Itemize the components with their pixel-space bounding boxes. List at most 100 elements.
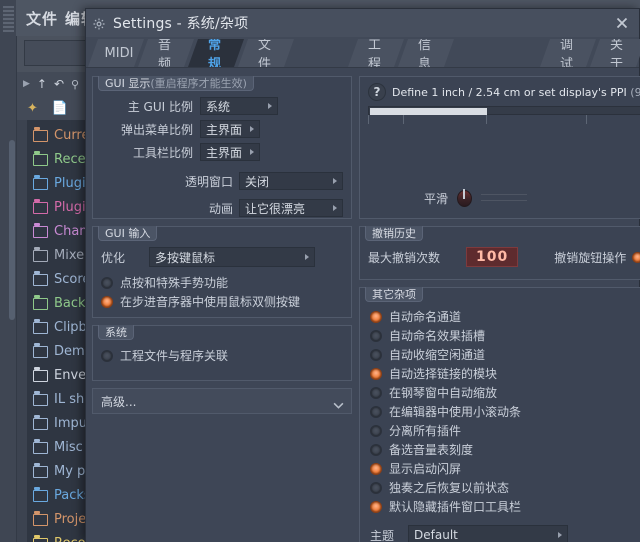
misc-check-4[interactable]: 在钢琴窗中自动缩放 (370, 383, 640, 402)
checkbox-led[interactable] (370, 348, 382, 361)
checkbox-led[interactable] (101, 349, 113, 362)
smooth-knob[interactable] (456, 188, 473, 208)
tab-常规[interactable]: 常规 (188, 39, 244, 67)
gui-input-check-1[interactable]: 在步进音序器中使用鼠标双侧按键 (101, 292, 343, 311)
tab-调试[interactable]: 调试 (540, 39, 596, 67)
tab-MIDI[interactable]: MIDI (88, 39, 144, 67)
close-icon[interactable] (613, 14, 631, 32)
misc-check-8[interactable]: 显示启动闪屏 (370, 459, 640, 478)
ppi-description: Define 1 inch / 2.54 cm or set display's… (392, 86, 640, 99)
left-column: GUI 显示 (重启程序才能生效) 主 GUI 比例 系统 弹出菜单比例 主界面 … (92, 76, 352, 542)
tab-label: 音频 (158, 38, 172, 72)
tab-label: 文件 (258, 38, 272, 72)
undo-history-group: 撤销历史 最大撤销次数 100 撤销旋钮操作 (359, 226, 640, 280)
tab-label: 信息 (418, 38, 432, 72)
checkbox-led[interactable] (370, 424, 382, 437)
checkbox-led[interactable] (370, 405, 382, 418)
gear-icon (92, 16, 106, 30)
system-check-0[interactable]: 工程文件与程序关联 (101, 346, 343, 365)
misc-check-10[interactable]: 默认隐藏插件窗口工具栏 (370, 497, 640, 516)
tab-音频[interactable]: 音频 (138, 39, 194, 67)
ppi-ruler-track[interactable] (368, 106, 640, 115)
dialog-titlebar[interactable]: Settings - 系统/杂项 (86, 9, 639, 37)
help-button[interactable]: ? (368, 83, 386, 101)
max-undo-value[interactable]: 100 (466, 247, 519, 267)
tab-label: 常规 (208, 38, 222, 72)
animation-combo[interactable]: 让它很漂亮 (239, 199, 343, 217)
browser-scrollbar[interactable] (9, 120, 27, 542)
dialog-title: Settings - 系统/杂项 (113, 16, 249, 32)
checkbox-led[interactable] (370, 481, 382, 494)
settings-tabs[interactable]: MIDI 音频 常规 文件 工程 信息 调试 关于 (86, 37, 639, 67)
undo-knob-toggle[interactable] (632, 251, 640, 263)
settings-body: GUI 显示 (重启程序才能生效) 主 GUI 比例 系统 弹出菜单比例 主界面 … (86, 67, 640, 542)
misc-check-1[interactable]: 自动命名效果插槽 (370, 326, 640, 345)
chevron-down-icon (333, 398, 344, 409)
main-gui-scale-combo[interactable]: 系统 (200, 97, 278, 115)
misc-check-0[interactable]: 自动命名通道 (370, 307, 640, 326)
up-arrow-icon[interactable]: ↑ (37, 77, 47, 91)
system-group: 系统 工程文件与程序关联 (92, 325, 352, 381)
misc-check-3[interactable]: 自动选择链接的模块 (370, 364, 640, 383)
tab-文件[interactable]: 文件 (238, 39, 294, 67)
advanced-label: 高级... (101, 394, 137, 409)
checkbox-label: 自动命名通道 (389, 310, 462, 324)
checkbox-led[interactable] (101, 276, 113, 289)
toolbar-scale-combo[interactable]: 主界面 (200, 143, 260, 161)
expand-arrow-icon[interactable]: ▶ (23, 79, 30, 89)
gui-input-check-0[interactable]: 点按和特殊手势功能 (101, 273, 343, 292)
optimize-label: 优化 (101, 250, 126, 265)
ruler-tick (368, 115, 369, 124)
dock-grip[interactable] (3, 6, 14, 32)
misc-check-5[interactable]: 在编辑器中使用小滚动条 (370, 402, 640, 421)
gui-display-title-suffix: (重启程序才能生效) (150, 77, 247, 90)
optimize-combo[interactable]: 多按键鼠标 (149, 247, 315, 267)
browser-item-label: Misc (54, 439, 83, 455)
checkbox-led[interactable] (370, 310, 382, 323)
ppi-ruler-fill (370, 108, 488, 115)
page-icon[interactable]: 📄 (52, 101, 68, 116)
optimize-row: 优化 多按键鼠标 (101, 247, 343, 267)
tab-label: MIDI (104, 45, 134, 61)
checkbox-led[interactable] (370, 443, 382, 456)
transparent-window-row: 透明窗口 关闭 (101, 172, 343, 190)
checkbox-led[interactable] (370, 367, 382, 380)
misc-check-7[interactable]: 备选音量表刻度 (370, 440, 640, 459)
folder-icon (33, 438, 48, 454)
tab-信息[interactable]: 信息 (398, 39, 454, 67)
advanced-expander[interactable]: 高级... (92, 388, 352, 414)
other-misc-group-label: 其它杂项 (365, 287, 423, 302)
search-icon[interactable]: ⚲ (71, 78, 79, 91)
smooth-knob-scale (481, 191, 528, 205)
misc-check-6[interactable]: 分离所有插件 (370, 421, 640, 440)
menu-file[interactable]: 文件 (26, 8, 58, 29)
checkbox-led[interactable] (101, 295, 113, 308)
toolbar-scale-label: 工具栏比例 (132, 145, 193, 160)
tab-工程[interactable]: 工程 (348, 39, 404, 67)
browser-scroll-thumb[interactable] (9, 140, 15, 320)
theme-combo[interactable]: Default (408, 525, 569, 542)
misc-check-9[interactable]: 独奏之后恢复以前状态 (370, 478, 640, 497)
folder-icon (33, 510, 48, 526)
folder-icon (33, 174, 48, 190)
checkbox-led[interactable] (370, 462, 382, 475)
gui-display-group-label: GUI 显示 (重启程序才能生效) (98, 76, 254, 91)
folder-icon (33, 390, 48, 406)
misc-check-2[interactable]: 自动收缩空闲通道 (370, 345, 640, 364)
other-misc-title: 其它杂项 (372, 288, 416, 301)
ppi-text-main: Define 1 inch / 2.54 cm or set display's… (392, 85, 627, 99)
main-gui-scale-row: 主 GUI 比例 系统 (101, 97, 343, 115)
checkbox-led[interactable] (370, 386, 382, 399)
tab-关于[interactable]: 关于 (590, 39, 640, 67)
settings-dialog[interactable]: Settings - 系统/杂项 MIDI 音频 常规 文件 工程 信息 调试 关于 GUI … (85, 8, 640, 542)
checkbox-led[interactable] (370, 329, 382, 342)
popup-menu-scale-combo[interactable]: 主界面 (200, 120, 260, 138)
folder-icon (33, 414, 48, 430)
transparent-window-combo[interactable]: 关闭 (239, 172, 343, 190)
undo-arrow-icon[interactable]: ↶ (54, 77, 64, 91)
folder-icon (33, 126, 48, 142)
undo-history-group-label: 撤销历史 (365, 226, 423, 241)
ppi-ruler-slider[interactable] (368, 106, 640, 126)
checkbox-led[interactable] (370, 500, 382, 513)
waveform-icon[interactable]: ✦ (27, 101, 38, 116)
